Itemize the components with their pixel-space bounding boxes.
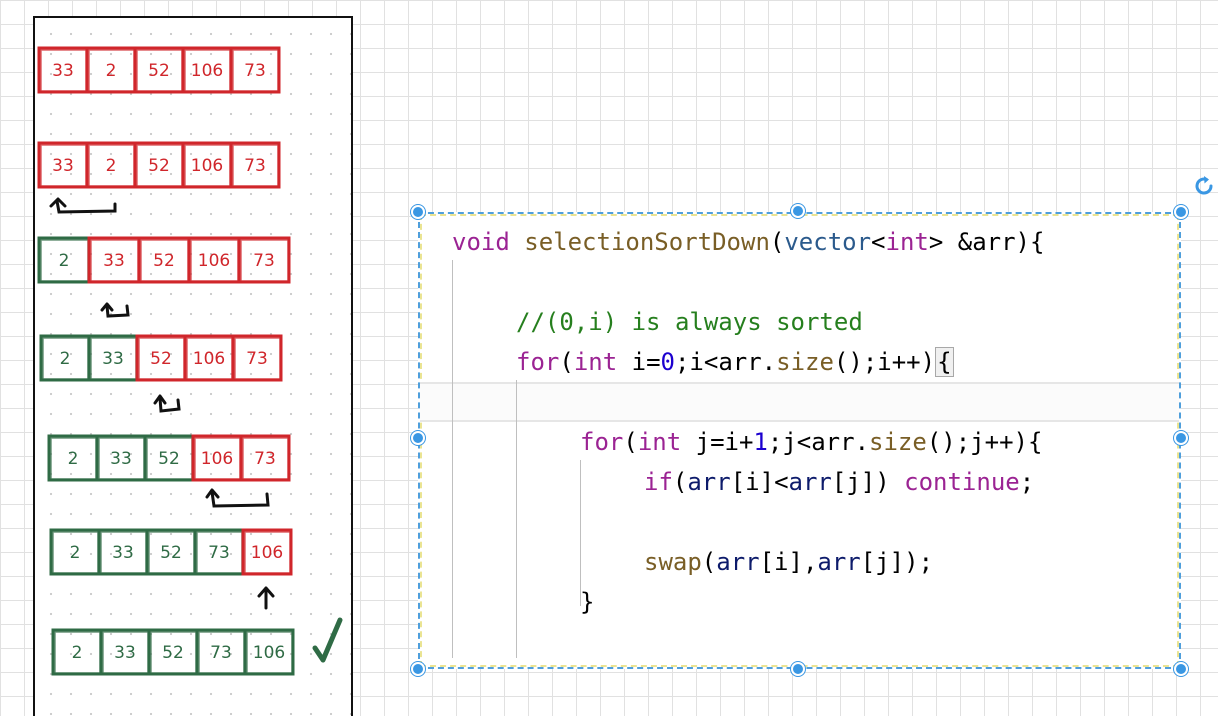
array-cell-value: 33 [114,643,136,663]
matched-brace: { [935,347,954,377]
array-cell-value: 106 [198,251,230,271]
swap-arrow-4 [210,490,270,508]
array-cell-value: 52 [158,449,180,469]
array-cell-value: 52 [148,156,170,176]
resize-handle-bottom-center[interactable] [791,662,805,676]
sketch-panel[interactable]: 33 2 52 106 73 33 2 52 106 73 2 33 52 106 73 2 33 52 106 73… [33,16,353,716]
code-line-1: void selectionSortDown(vector<int> &arr)… [452,228,1045,256]
code-line-2: //(0,i) is always sorted [516,308,863,336]
checkmark [312,617,343,663]
code-snippet[interactable]: void selectionSortDown(vector<int> &arr)… [418,212,1181,669]
indent-guide-1 [452,260,453,658]
indent-guide-2 [516,380,517,658]
array-cell-value: 2 [70,543,81,563]
sketch-drawing: 33 2 52 106 73 33 2 52 106 73 2 33 52 106 73 2 33 52 106 73… [37,46,343,676]
array-row-7: 2 33 52 73 106 [51,628,295,676]
array-cell-value: 73 [244,156,266,176]
resize-handle-bottom-left[interactable] [411,662,425,676]
resize-handle-middle-right[interactable] [1174,431,1188,445]
array-row-3: 2 33 52 106 73 [37,236,291,284]
pointer-arrow [257,586,275,610]
array-cell-value: 73 [244,61,266,81]
array-cell-value: 106 [193,349,225,369]
array-cell-value: 33 [52,61,74,81]
array-cell-value: 73 [246,349,268,369]
array-row-6: 2 33 52 73 106 [49,528,293,576]
array-cell-value: 73 [254,449,276,469]
array-row-2: 33 2 52 106 73 [37,141,281,189]
array-cell-value: 106 [191,61,223,81]
array-cell-value: 2 [72,643,83,663]
array-cell-value: 33 [110,449,132,469]
code-line-6: swap(arr[i],arr[j]); [644,548,934,576]
code-line-7: } [580,588,595,616]
resize-handle-top-center[interactable] [791,204,805,218]
array-cell-value: 2 [106,61,117,81]
resize-handle-middle-left[interactable] [411,431,425,445]
array-row-5: 2 33 52 106 73 [47,434,291,482]
array-cell-value: 33 [103,251,125,271]
array-row-4: 2 33 52 106 73 [39,334,283,382]
array-cell-value: 73 [208,543,230,563]
resize-handle-bottom-right[interactable] [1174,662,1188,676]
array-cell-value: 2 [60,349,71,369]
array-cell-value: 2 [68,449,79,469]
array-cell-value: 33 [112,543,134,563]
rotate-handle-icon[interactable] [1192,174,1216,198]
array-cell-value: 2 [59,251,70,271]
resize-handle-top-left[interactable] [411,205,425,219]
array-cell-value: 106 [191,156,223,176]
array-cell-value: 73 [253,251,275,271]
code-line-4: for(int j=i+1;j<arr.size();j++){ [580,428,1043,456]
array-cell-value: 52 [153,251,175,271]
array-cell-value: 33 [102,349,124,369]
array-cell-value: 52 [150,349,172,369]
array-cell-value: 2 [106,156,117,176]
resize-handle-top-right[interactable] [1174,205,1188,219]
array-cell-value: 52 [160,543,182,563]
array-cell-value: 106 [201,449,233,469]
code-line-3: for(int i=0;i<arr.size();i++){ [516,347,954,377]
code-line-5: if(arr[i]<arr[j]) continue; [644,468,1035,496]
array-cell-value: 33 [52,156,74,176]
array-cell-value: 106 [251,543,283,563]
array-cell-value: 106 [253,643,285,663]
array-cell-value: 52 [162,643,184,663]
current-line-highlight [420,382,1179,422]
array-row-1: 33 2 52 106 73 [37,46,281,94]
array-cell-value: 73 [210,643,232,663]
array-cell-value: 52 [148,61,170,81]
